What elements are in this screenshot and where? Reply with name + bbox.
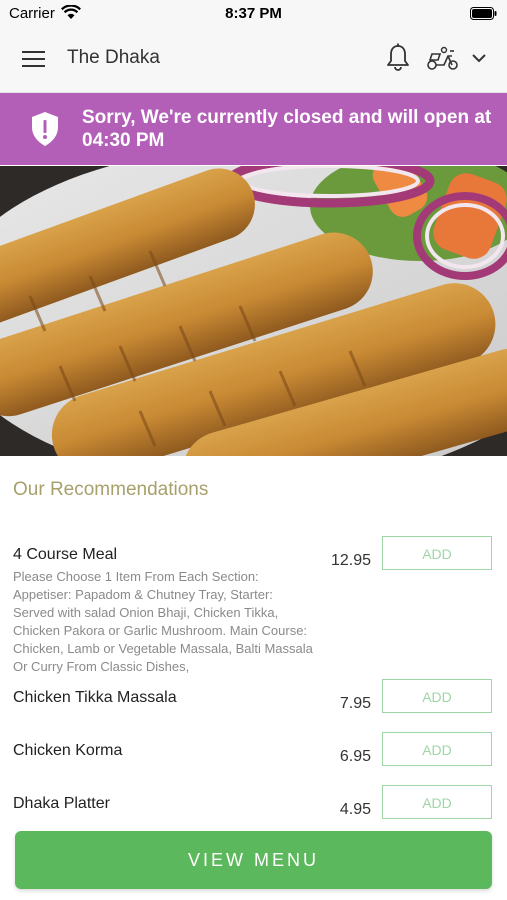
item-description: Please Choose 1 Item From Each Section: …	[13, 569, 313, 674]
view-menu-button[interactable]: VIEW MENU	[15, 831, 492, 889]
bell-icon[interactable]	[385, 43, 411, 73]
item-price: 6.95	[339, 748, 371, 765]
page-title: The Dhaka	[67, 47, 160, 68]
item-price: 4.95	[339, 801, 371, 818]
list-item[interactable]: Chicken Korma 6.95 ADD	[0, 732, 507, 772]
item-price: 12.95	[330, 552, 371, 569]
scooter-icon[interactable]	[426, 46, 459, 72]
battery-icon	[470, 7, 497, 20]
item-name: Dhaka Platter	[13, 795, 110, 812]
item-price: 7.95	[339, 695, 371, 712]
hero-image	[0, 166, 507, 456]
item-name: 4 Course Meal	[13, 546, 118, 563]
status-bar: Carrier 8:37 PM	[0, 0, 507, 28]
shield-icon	[32, 112, 58, 146]
section-title: Our Recommendations	[13, 479, 209, 500]
add-button[interactable]: ADD	[382, 785, 492, 819]
item-name: Chicken Korma	[13, 742, 123, 759]
clock: 8:37 PM	[225, 5, 282, 22]
closed-banner: Sorry, We're currently closed and will o…	[0, 93, 507, 165]
chevron-down-icon[interactable]	[470, 51, 488, 65]
nav-bar: The Dhaka	[0, 28, 507, 93]
add-button[interactable]: ADD	[382, 536, 492, 570]
closed-message: Sorry, We're currently closed and will o…	[82, 107, 492, 151]
add-button[interactable]: ADD	[382, 679, 492, 713]
menu-icon[interactable]	[22, 49, 46, 69]
list-item[interactable]: Dhaka Platter 4.95 ADD	[0, 785, 507, 825]
list-item[interactable]: 4 Course Meal Please Choose 1 Item From …	[0, 536, 507, 674]
list-item[interactable]: Chicken Tikka Massala 7.95 ADD	[0, 679, 507, 719]
item-name: Chicken Tikka Massala	[13, 689, 177, 706]
add-button[interactable]: ADD	[382, 732, 492, 766]
